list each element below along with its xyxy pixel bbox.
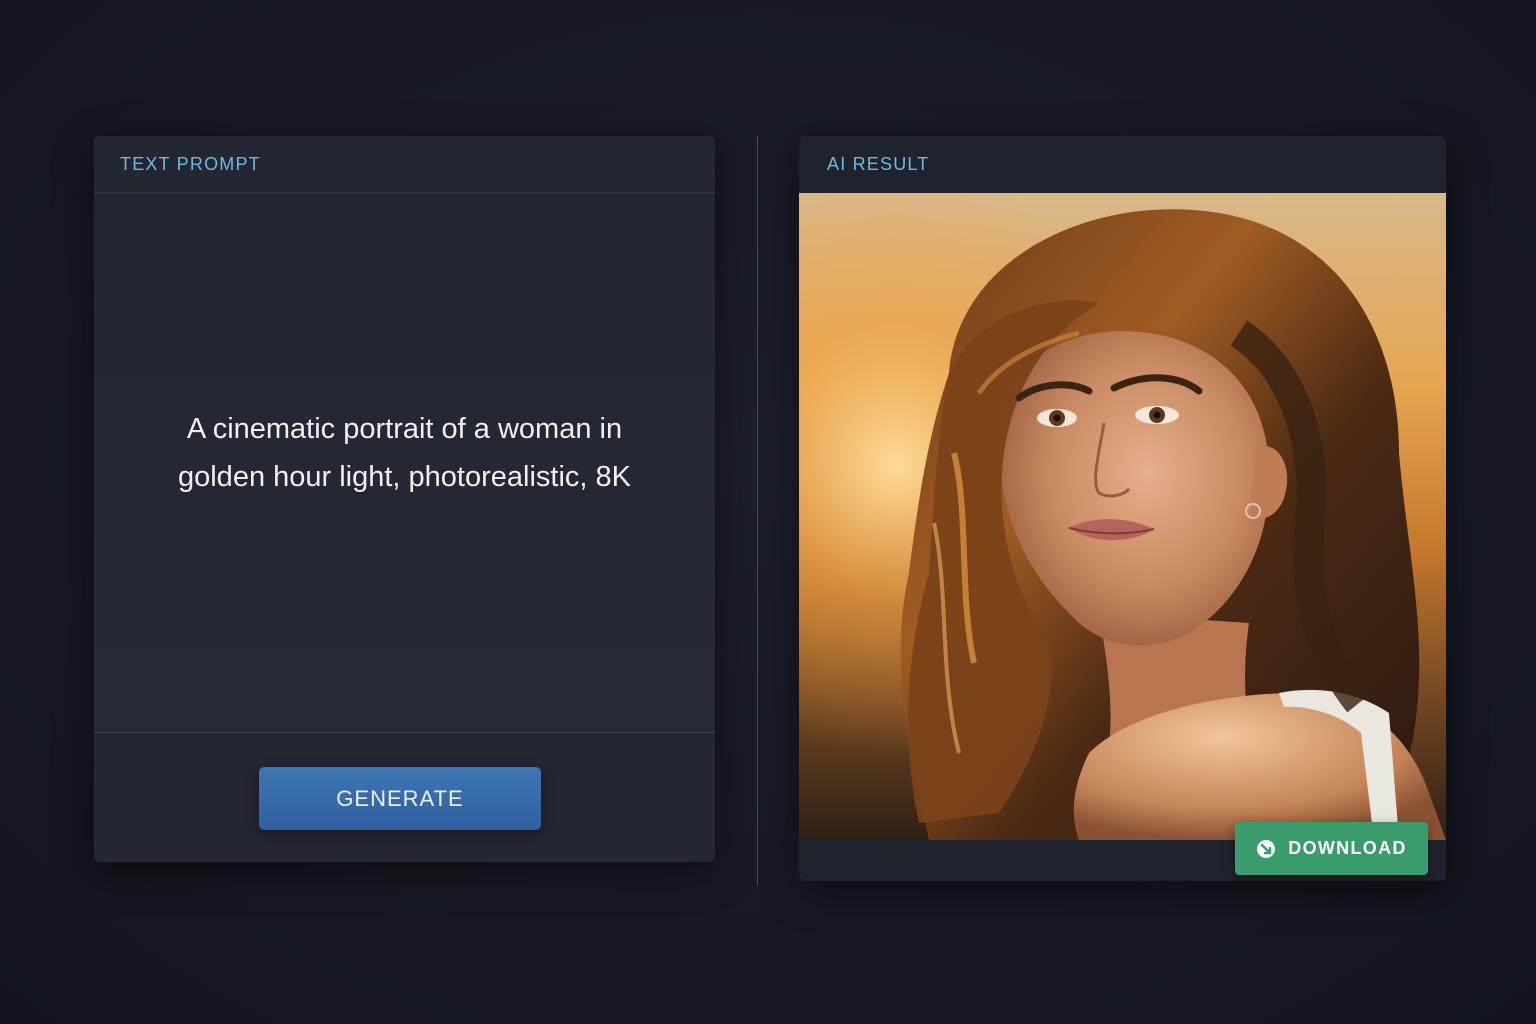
ai-result-header: AI RESULT bbox=[799, 136, 1446, 193]
download-label: DOWNLOAD bbox=[1288, 838, 1407, 858]
app-canvas: TEXT PROMPT A cinematic portrait of a wo… bbox=[0, 0, 1536, 1024]
download-button[interactable]: DOWNLOAD bbox=[1235, 822, 1428, 875]
footer-divider bbox=[94, 732, 715, 733]
text-prompt-header: TEXT PROMPT bbox=[94, 136, 715, 193]
text-prompt-title: TEXT PROMPT bbox=[120, 153, 261, 174]
text-prompt-panel: TEXT PROMPT A cinematic portrait of a wo… bbox=[94, 136, 715, 862]
prompt-text[interactable]: A cinematic portrait of a woman in golde… bbox=[165, 405, 645, 501]
generated-portrait-image bbox=[799, 193, 1446, 840]
generate-button[interactable]: GENERATE bbox=[259, 767, 541, 830]
ai-result-title: AI RESULT bbox=[827, 154, 930, 174]
panel-divider bbox=[757, 136, 758, 885]
prompt-input-area[interactable]: A cinematic portrait of a woman in golde… bbox=[94, 194, 715, 732]
ai-result-panel: AI RESULT bbox=[799, 136, 1446, 881]
download-icon bbox=[1257, 839, 1276, 858]
